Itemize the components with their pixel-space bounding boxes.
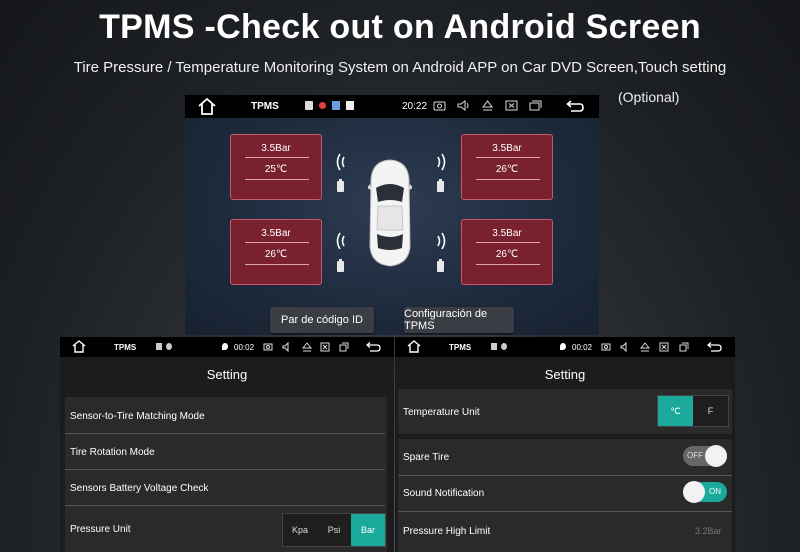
battery-icon: [337, 179, 344, 192]
volume-icon[interactable]: [282, 342, 292, 352]
tpms-body: 3.5Bar 25℃ 3.5Bar 26℃ 3.5Bar 26℃ 3.5Bar …: [185, 118, 599, 335]
unit-bar-option[interactable]: Bar: [351, 514, 385, 546]
close-window-icon[interactable]: [505, 99, 518, 112]
tire-pressure: 3.5Bar: [261, 228, 291, 239]
spare-tire-toggle[interactable]: OFF: [683, 445, 727, 467]
tire-pressure: 3.5Bar: [261, 143, 291, 154]
tire-front-right[interactable]: 3.5Bar 26℃: [461, 134, 553, 200]
image-icon: [156, 343, 162, 350]
temperature-unit-selector: ℃ F: [657, 395, 729, 427]
home-icon[interactable]: [72, 340, 86, 353]
status-bar: TPMS 00:02: [395, 337, 735, 357]
pair-id-button[interactable]: Par de código ID: [270, 307, 374, 333]
car-top-view-icon: [368, 159, 412, 267]
sound-notification-toggle[interactable]: ON: [683, 481, 727, 503]
subline: Tire Pressure / Temperature Monitoring S…: [73, 59, 727, 76]
tire-temperature: 26℃: [264, 249, 288, 260]
pressure-high-limit-row[interactable]: Pressure High Limit: [398, 513, 598, 549]
pressure-high-limit-value: 3.2Bar: [695, 526, 722, 536]
volume-icon[interactable]: [457, 99, 470, 112]
tpms-config-button[interactable]: Configuración de TPMS: [404, 307, 514, 333]
clock: 00:02: [572, 343, 593, 352]
signal-icon: [437, 153, 446, 171]
recent-apps-icon[interactable]: [339, 342, 349, 352]
recent-apps-icon[interactable]: [679, 342, 689, 352]
tire-front-left[interactable]: 3.5Bar 25℃: [230, 134, 322, 200]
back-icon[interactable]: [565, 99, 585, 113]
tire-temperature: 26℃: [495, 249, 519, 260]
signal-icon: [437, 232, 446, 250]
image-icon: [491, 343, 497, 350]
camera-icon[interactable]: [433, 99, 446, 112]
eject-icon[interactable]: [640, 342, 650, 352]
settings-title: Setting: [544, 367, 586, 382]
close-window-icon[interactable]: [659, 342, 669, 352]
toggle-state: OFF: [687, 451, 703, 460]
notification-icons: [305, 101, 354, 110]
sd-card-icon: [346, 101, 354, 110]
app-name: TPMS: [449, 343, 472, 352]
app-name: TPMS: [114, 343, 137, 352]
spare-tire-row: Spare Tire: [403, 451, 450, 463]
app-icon: [332, 101, 340, 110]
app-icon: [166, 343, 172, 350]
location-icon: [560, 343, 566, 350]
battery-icon: [337, 259, 344, 272]
signal-icon: [336, 153, 345, 171]
unit-psi-option[interactable]: Psi: [317, 514, 351, 546]
unit-celsius-option[interactable]: ℃: [658, 396, 693, 426]
signal-icon: [336, 232, 345, 250]
eject-icon[interactable]: [302, 342, 312, 352]
tire-rotation-row[interactable]: Tire Rotation Mode: [65, 434, 387, 470]
record-icon: [319, 102, 326, 109]
unit-fahrenheit-option[interactable]: F: [693, 396, 728, 426]
back-icon[interactable]: [365, 341, 381, 353]
pressure-unit-selector: Kpa Psi Bar: [282, 513, 386, 547]
temperature-unit-row: Temperature Unit: [403, 406, 480, 418]
close-window-icon[interactable]: [320, 342, 330, 352]
eject-icon[interactable]: [481, 99, 494, 112]
battery-icon: [437, 179, 444, 192]
recent-apps-icon[interactable]: [529, 99, 542, 112]
tire-temperature: 25℃: [264, 164, 288, 175]
tpms-main-screen: TPMS 20:22 3.5Bar 25℃ 3.5Bar 26℃ 3.5Bar …: [185, 95, 599, 335]
app-icon: [501, 343, 507, 350]
headline: TPMS -Check out on Android Screen: [99, 8, 701, 46]
toggle-state: ON: [709, 487, 721, 496]
tire-rear-right[interactable]: 3.5Bar 26℃: [461, 219, 553, 285]
sensor-matching-row[interactable]: Sensor-to-Tire Matching Mode: [65, 398, 387, 434]
home-icon[interactable]: [197, 98, 217, 115]
battery-icon: [437, 259, 444, 272]
status-bar: TPMS 00:02: [60, 337, 394, 357]
settings-screen-right: TPMS 00:02 Setting Temperature Unit ℃ F …: [395, 337, 735, 552]
home-icon[interactable]: [407, 340, 421, 353]
image-icon: [305, 101, 313, 110]
unit-kpa-option[interactable]: Kpa: [283, 514, 317, 546]
tire-rear-left[interactable]: 3.5Bar 26℃: [230, 219, 322, 285]
volume-icon[interactable]: [620, 342, 630, 352]
clock: 00:02: [234, 343, 255, 352]
camera-icon[interactable]: [601, 342, 611, 352]
sound-notification-row: Sound Notification: [403, 487, 485, 499]
settings-screen-left: TPMS 00:02 Setting Sensor-to-Tire Matchi…: [60, 337, 394, 552]
location-icon: [222, 343, 228, 350]
settings-title: Setting: [206, 367, 248, 382]
back-icon[interactable]: [706, 341, 722, 353]
camera-icon[interactable]: [263, 342, 273, 352]
tire-pressure: 3.5Bar: [492, 143, 522, 154]
tire-pressure: 3.5Bar: [492, 228, 522, 239]
optional-note: (Optional): [618, 89, 680, 105]
clock: 20:22: [402, 101, 428, 112]
pressure-unit-row: Pressure Unit: [70, 523, 131, 535]
status-bar: TPMS 20:22: [185, 95, 599, 118]
app-name: TPMS: [251, 101, 279, 112]
tire-temperature: 26℃: [495, 164, 519, 175]
battery-check-row[interactable]: Sensors Battery Voltage Check: [65, 470, 387, 506]
